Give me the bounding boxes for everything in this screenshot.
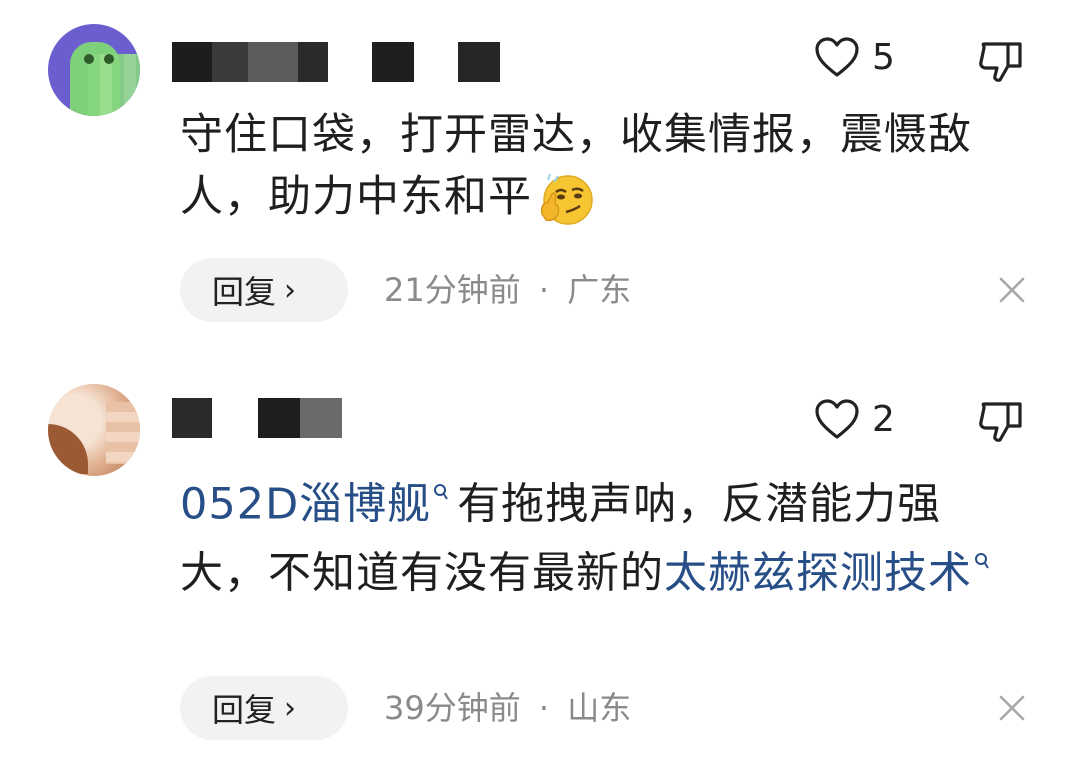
comment-item: 2 052D淄博舰 有拖拽声呐，反潜能力强大，不知道有没有最新的太赫兹探测技术 … [0,360,1080,773]
username-redacted[interactable] [172,42,500,82]
chevron-right-icon: › [284,272,297,308]
comment-text: 052D淄博舰 有拖拽声呐，反潜能力强大，不知道有没有最新的太赫兹探测技术 [180,466,1020,605]
like-button[interactable]: 5 [814,36,895,78]
thumbs-down-outline-icon[interactable] [976,40,1026,84]
comment-location: 山东 [567,689,632,727]
like-count: 2 [872,398,895,440]
heart-outline-icon [814,36,860,78]
like-button[interactable]: 2 [814,398,895,440]
close-icon[interactable] [998,694,1026,722]
meta-separator: · [538,271,550,309]
comment-meta: 21分钟前 · 广东 [384,258,631,322]
search-icon[interactable] [974,535,990,597]
thumbs-down-outline-icon[interactable] [976,400,1026,444]
comment-time: 21分钟前 [384,271,521,309]
reply-button[interactable]: 回复 › [180,258,348,322]
search-icon[interactable] [433,466,449,528]
heart-outline-icon [814,398,860,440]
topic-link[interactable]: 太赫兹探测技术 [664,549,972,599]
avatar[interactable] [48,24,140,116]
comment-item: 5 守住口袋，打开雷达，收集情报，震慑敌人，助力中东和平 回复 › 21分钟前 … [0,0,1080,340]
thinking-smirk-emoji [536,170,596,230]
avatar[interactable] [48,384,140,476]
topic-link[interactable]: 052D淄博舰 [180,479,431,529]
reply-label: 回复 [212,273,277,311]
username-redacted[interactable] [172,398,342,438]
comment-location: 广东 [567,271,632,309]
like-count: 5 [872,36,895,78]
close-icon[interactable] [998,276,1026,304]
chevron-right-icon: › [284,690,297,726]
reply-button[interactable]: 回复 › [180,676,348,740]
comment-text: 守住口袋，打开雷达，收集情报，震慑敌人，助力中东和平 [180,104,1020,230]
comment-meta: 39分钟前 · 山东 [384,676,631,740]
reply-label: 回复 [212,691,277,729]
meta-separator: · [538,689,550,727]
comment-time: 39分钟前 [384,689,521,727]
